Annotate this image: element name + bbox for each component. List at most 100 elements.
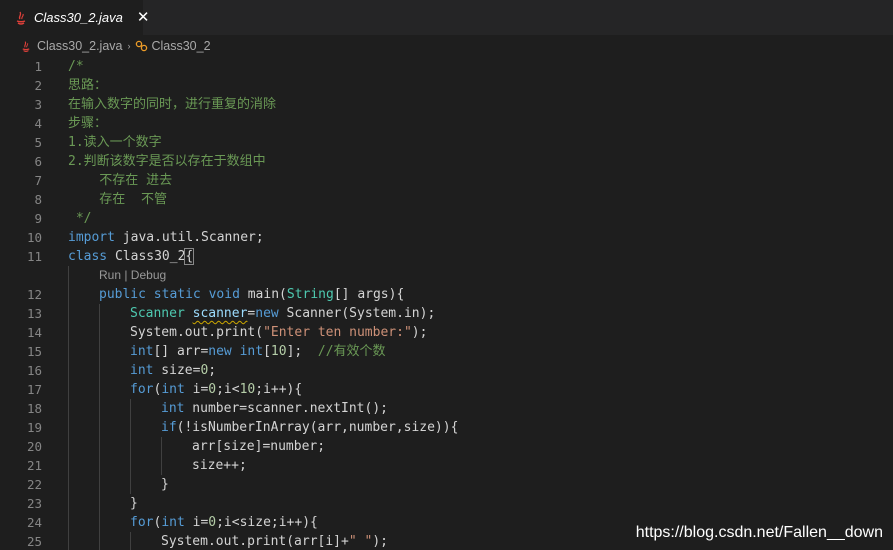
code-token: int: [161, 382, 185, 397]
line-number: 18: [26, 401, 42, 416]
java-file-icon: [14, 10, 28, 26]
indent-guide: [68, 513, 69, 532]
code-token: for: [130, 515, 154, 530]
code-token: ;: [208, 363, 217, 378]
indent-guide: [99, 494, 100, 513]
code-line: 2 思路：: [0, 76, 893, 95]
indent-guide: [130, 399, 131, 418]
code-token: [: [263, 344, 271, 359]
code-text: if(!isNumberInArray(arr,number,size)){: [161, 418, 458, 437]
code-text: for(int i=0;i<10;i++){: [130, 380, 302, 399]
line-number: 17: [26, 382, 42, 397]
indent-guide: [130, 475, 131, 494]
indent-guide: [99, 323, 100, 342]
code-token: "Enter ten number:": [263, 325, 412, 340]
code-text: 存在 不管: [68, 190, 167, 209]
code-text: public static void main(String[] args){: [99, 285, 404, 304]
code-token: 不存在 进去: [68, 173, 173, 188]
code-editor[interactable]: 1 /* 2 思路： 3 在输入数字的同时，进行重复的消除 4 步骤： 5 1.读入一个数字 6 2.…: [0, 57, 893, 550]
indent-guide: [130, 532, 131, 550]
code-token: 存在 不管: [68, 192, 167, 207]
code-token: size++;: [192, 458, 247, 473]
code-line: 21 size++;: [0, 456, 893, 475]
code-line: 7 不存在 进去: [0, 171, 893, 190]
code-line: 19 if(!isNumberInArray(arr,number,size)){: [0, 418, 893, 437]
code-token: ;i++){: [255, 382, 303, 397]
code-token: arr[size]=number;: [192, 439, 326, 454]
line-number: 23: [26, 496, 42, 511]
indent-guide: [68, 304, 69, 323]
code-token: new: [255, 306, 279, 321]
indent-guide: [68, 494, 69, 513]
code-text: System.out.print(arr[i]+" ");: [161, 532, 388, 550]
tab-class30-2-java[interactable]: Class30_2.java ✕: [0, 0, 149, 35]
line-number: 22: [26, 477, 42, 492]
line-number: 20: [26, 439, 42, 454]
code-token: int: [130, 344, 154, 359]
breadcrumb-symbol[interactable]: Class30_2: [151, 39, 210, 53]
code-token: 2.判断该数字是否以存在于数组中: [68, 154, 266, 169]
code-line: 6 2.判断该数字是否以存在于数组中: [0, 152, 893, 171]
code-token: java.util.Scanner;: [114, 230, 264, 245]
code-token: for: [130, 382, 154, 397]
tab-label: Class30_2.java: [34, 10, 123, 25]
code-line: 18 int number=scanner.nextInt();: [0, 399, 893, 418]
indent-guide: [68, 380, 69, 399]
codelens-run-debug[interactable]: Run | Debug: [0, 266, 893, 285]
code-token: 1.读入一个数字: [68, 135, 162, 150]
close-icon[interactable]: ✕: [137, 10, 150, 25]
code-token: //有效个数: [317, 344, 386, 359]
code-token: [] args){: [333, 287, 405, 302]
line-number: 13: [26, 306, 42, 321]
code-line: 15 int[] arr=new int[10]; //有效个数: [0, 342, 893, 361]
code-token: );: [411, 325, 428, 340]
code-line: 9 */: [0, 209, 893, 228]
indent-guide: [68, 266, 69, 285]
tab-bar: Class30_2.java ✕: [0, 0, 893, 35]
code-line: 23}: [0, 494, 893, 513]
code-text: 思路：: [68, 76, 107, 95]
code-token: int: [161, 515, 185, 530]
code-line: 16 int size=0;: [0, 361, 893, 380]
code-line: 20 arr[size]=number;: [0, 437, 893, 456]
code-line: 10 import java.util.Scanner;: [0, 228, 893, 247]
code-text: int number=scanner.nextInt();: [161, 399, 388, 418]
code-token: i=: [184, 515, 209, 530]
code-token: String: [286, 287, 334, 302]
code-text: */: [68, 209, 92, 228]
indent-guide: [99, 361, 100, 380]
indent-guide: [68, 399, 69, 418]
code-line: 3 在输入数字的同时，进行重复的消除: [0, 95, 893, 114]
line-number: 9: [34, 211, 42, 226]
code-text: }: [161, 475, 169, 494]
code-token: int: [161, 401, 185, 416]
indent-guide: [130, 437, 131, 456]
indent-guide: [130, 418, 131, 437]
line-number: 24: [26, 515, 42, 530]
code-line: 8 存在 不管: [0, 190, 893, 209]
indent-guide: [130, 456, 131, 475]
code-token: int: [130, 363, 154, 378]
code-token: [] arr=: [153, 344, 209, 359]
code-token: {: [184, 248, 195, 265]
code-token: size=: [153, 363, 201, 378]
line-number: 8: [34, 192, 42, 207]
code-token: scanner: [192, 306, 248, 321]
indent-guide: [99, 342, 100, 361]
indent-guide: [68, 456, 69, 475]
line-number: 4: [34, 116, 42, 131]
breadcrumb-file[interactable]: Class30_2.java: [37, 39, 122, 53]
watermark: https://blog.csdn.net/Fallen__down: [635, 524, 883, 541]
code-token: number=scanner.nextInt();: [184, 401, 388, 416]
code-token: Scanner: [130, 306, 185, 321]
codelens-text[interactable]: Run | Debug: [99, 266, 166, 285]
code-line: 13 Scanner scanner=new Scanner(System.in)…: [0, 304, 893, 323]
indent-guide: [68, 475, 69, 494]
code-text: arr[size]=number;: [192, 437, 325, 456]
code-token: System.out.print(: [130, 325, 264, 340]
code-line: 12 public static void main(String[] args)…: [0, 285, 893, 304]
code-token: System.out.print(arr[i]+: [161, 534, 349, 549]
